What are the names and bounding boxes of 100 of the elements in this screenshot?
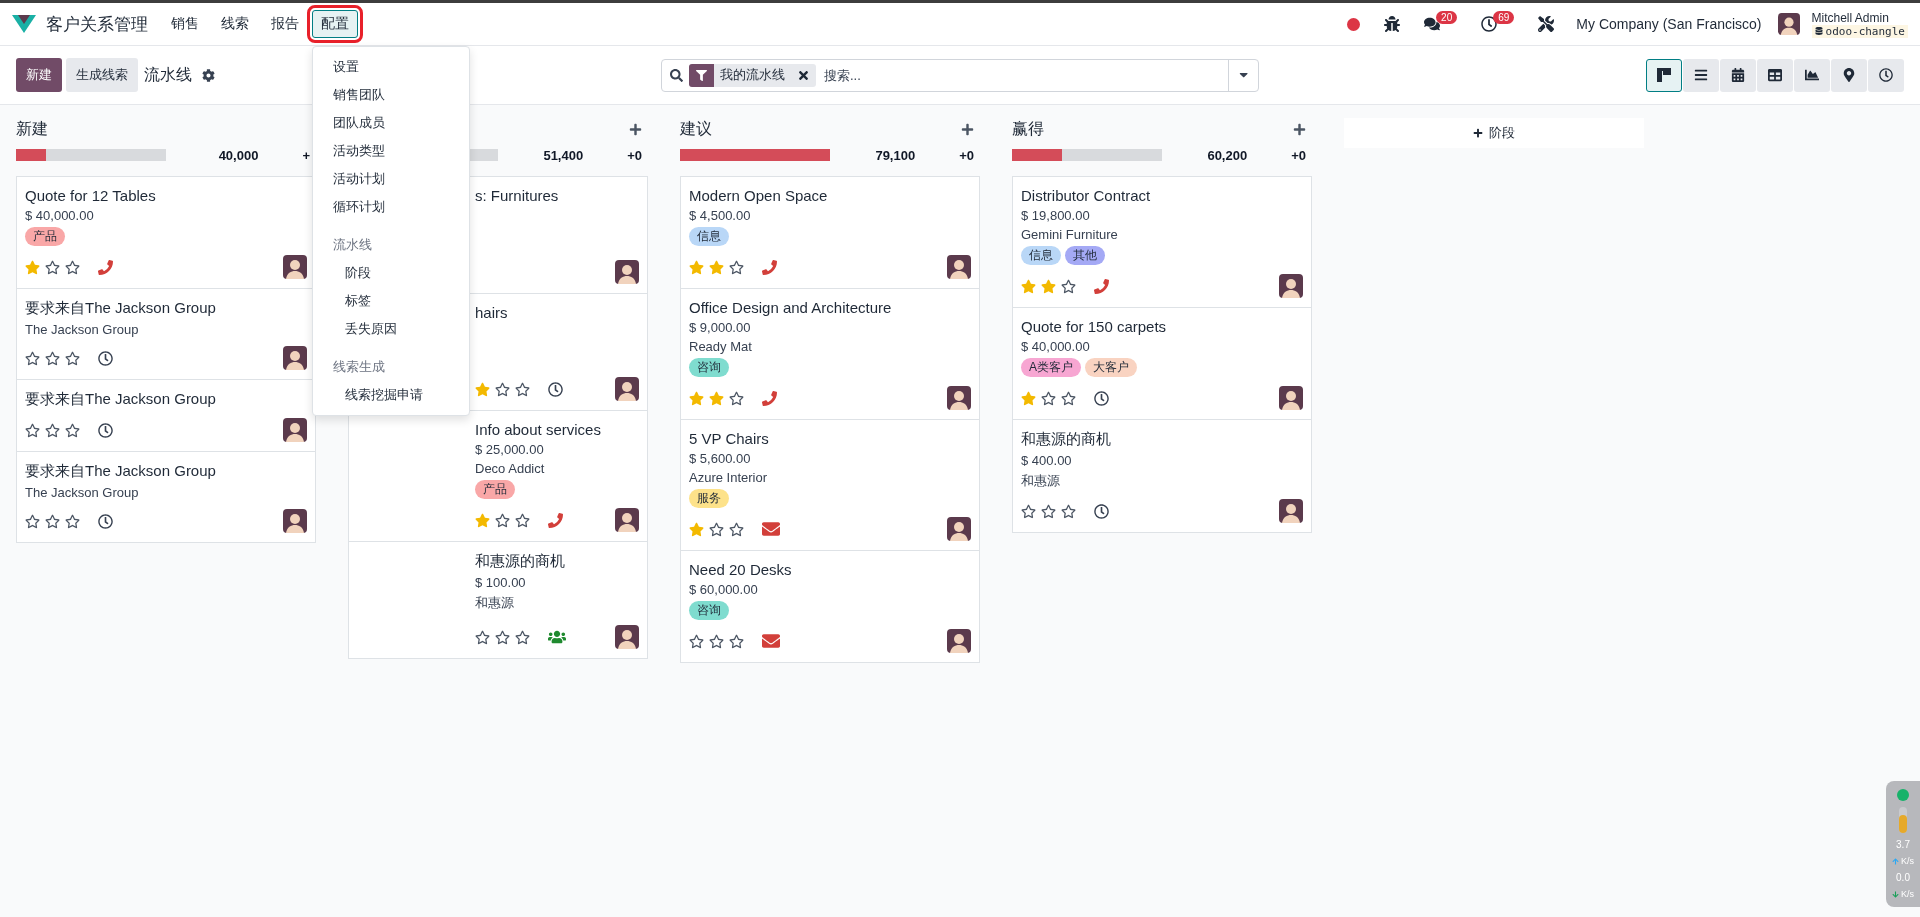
star-outline-icon[interactable]	[495, 381, 510, 397]
user-name[interactable]: Mitchell Admin	[1811, 10, 1908, 25]
star-outline-icon[interactable]	[45, 422, 60, 438]
add-stage-button[interactable]: 阶段	[1344, 118, 1644, 148]
bug-icon[interactable]	[1384, 16, 1401, 32]
kanban-view-button[interactable]	[1646, 58, 1682, 92]
star-outline-icon[interactable]	[515, 629, 530, 645]
star-outline-icon[interactable]	[709, 633, 724, 649]
kanban-card[interactable]: 和惠源的商机 $ 400.00 和惠源	[1012, 419, 1312, 533]
star-outline-icon[interactable]	[1041, 503, 1056, 519]
company-switcher[interactable]: My Company (San Francisco)	[1576, 16, 1762, 32]
star-outline-icon[interactable]	[65, 422, 80, 438]
star-outline-icon[interactable]	[495, 512, 510, 528]
star-outline-icon[interactable]	[45, 259, 60, 275]
star-outline-icon[interactable]	[689, 633, 704, 649]
clock-icon[interactable]	[98, 513, 113, 529]
kanban-card[interactable]: 5 VP Chairs $ 5,600.00 Azure Interior 服务	[680, 419, 980, 551]
nav-menu-item[interactable]: 线索	[212, 10, 258, 38]
star-outline-icon[interactable]	[495, 629, 510, 645]
star-icon[interactable]	[475, 512, 490, 528]
star-icon[interactable]	[1021, 390, 1036, 406]
star-outline-icon[interactable]	[25, 513, 40, 529]
map-view-button[interactable]	[1831, 58, 1867, 92]
star-outline-icon[interactable]	[1021, 503, 1036, 519]
phone-icon[interactable]	[1094, 278, 1109, 294]
kanban-card[interactable]: Quote for 150 carpets $ 40,000.00 A类客户 大客户	[1012, 307, 1312, 420]
menu-item[interactable]: 团队成员	[313, 109, 469, 137]
star-outline-icon[interactable]	[475, 629, 490, 645]
star-outline-icon[interactable]	[729, 633, 744, 649]
star-outline-icon[interactable]	[65, 513, 80, 529]
phone-icon[interactable]	[762, 390, 777, 406]
settings-icon[interactable]	[202, 68, 215, 82]
star-icon[interactable]	[1041, 278, 1056, 294]
graph-view-button[interactable]	[1794, 58, 1830, 92]
filter-icon	[689, 63, 714, 87]
add-icon[interactable]	[629, 122, 642, 136]
nav-menu-item[interactable]: 销售	[162, 10, 208, 38]
clock-icon[interactable]	[1481, 16, 1498, 32]
star-outline-icon[interactable]	[729, 390, 744, 406]
phone-icon[interactable]	[762, 259, 777, 275]
star-icon[interactable]	[709, 259, 724, 275]
group-icon[interactable]	[548, 628, 566, 646]
card-title: 和惠源的商机	[1021, 430, 1112, 449]
envelope-icon[interactable]	[762, 520, 780, 538]
clock-icon[interactable]	[1094, 503, 1109, 519]
star-icon[interactable]	[689, 390, 704, 406]
kanban-card[interactable]: Info about services $ 25,000.00 Deco Addict 产品	[348, 410, 648, 542]
kanban-card[interactable]: 要求来自The Jackson Group	[16, 379, 316, 452]
star-icon[interactable]	[689, 521, 704, 537]
tools-icon[interactable]	[1538, 16, 1555, 32]
kanban-card[interactable]: Modern Open Space $ 4,500.00 信息	[680, 176, 980, 289]
pivot-view-button[interactable]	[1757, 58, 1793, 92]
clock-icon[interactable]	[548, 381, 563, 397]
star-outline-icon[interactable]	[515, 381, 530, 397]
menu-item[interactable]: 设置	[313, 53, 469, 81]
star-icon[interactable]	[25, 259, 40, 275]
clock-icon[interactable]	[1094, 390, 1109, 406]
star-outline-icon[interactable]	[25, 422, 40, 438]
star-outline-icon[interactable]	[1061, 390, 1076, 406]
user-avatar-icon[interactable]	[1777, 13, 1800, 35]
menu-item[interactable]: 活动类型	[313, 137, 469, 165]
star-icon[interactable]	[709, 390, 724, 406]
star-outline-icon[interactable]	[45, 350, 60, 366]
star-icon[interactable]	[689, 259, 704, 275]
kanban-card[interactable]: Office Design and Architecture $ 9,000.00 Ready Mat 咨询	[680, 288, 980, 420]
kanban-card[interactable]: Distributor Contract $ 19,800.00 Gemini Furniture 信息 其他	[1012, 176, 1312, 308]
star-outline-icon[interactable]	[1061, 503, 1076, 519]
star-icon[interactable]	[1021, 278, 1036, 294]
star-outline-icon[interactable]	[1061, 278, 1076, 294]
star-outline-icon[interactable]	[709, 521, 724, 537]
star-outline-icon[interactable]	[45, 513, 60, 529]
app-logo-icon[interactable]	[12, 15, 36, 33]
menu-item[interactable]: 销售团队	[313, 81, 469, 109]
star-outline-icon[interactable]	[65, 259, 80, 275]
search-field[interactable]: 我的流水线 搜索...	[661, 58, 1259, 92]
kanban-card[interactable]: 要求来自The Jackson Group The Jackson Group	[16, 451, 316, 543]
list-view-button[interactable]	[1683, 58, 1719, 92]
star-outline-icon[interactable]	[515, 512, 530, 528]
generate-leads-button[interactable]: 生成线索	[66, 58, 138, 92]
phone-icon[interactable]	[98, 259, 113, 275]
calendar-view-button[interactable]	[1720, 58, 1756, 92]
star-outline-icon[interactable]	[1041, 390, 1056, 406]
new-button[interactable]: 新建	[16, 58, 62, 92]
envelope-icon[interactable]	[762, 632, 780, 650]
star-icon[interactable]	[475, 381, 490, 397]
kanban-card[interactable]: 和惠源的商机 $ 100.00 和惠源	[348, 541, 648, 659]
clock-icon[interactable]	[98, 350, 113, 366]
star-outline-icon[interactable]	[65, 350, 80, 366]
kanban-card[interactable]: Need 20 Desks $ 60,000.00 咨询	[680, 550, 980, 663]
card-company: 和惠源	[475, 594, 515, 612]
star-outline-icon[interactable]	[729, 259, 744, 275]
clock-icon[interactable]	[98, 422, 113, 438]
phone-icon[interactable]	[548, 512, 563, 528]
chat-icon[interactable]	[1424, 16, 1441, 32]
star-outline-icon[interactable]	[729, 521, 744, 537]
add-icon[interactable]	[961, 122, 974, 136]
nav-menu-item[interactable]: 报告	[262, 10, 308, 38]
star-outline-icon[interactable]	[25, 350, 40, 366]
activity-view-button[interactable]	[1868, 58, 1904, 92]
add-icon[interactable]	[1293, 122, 1306, 136]
